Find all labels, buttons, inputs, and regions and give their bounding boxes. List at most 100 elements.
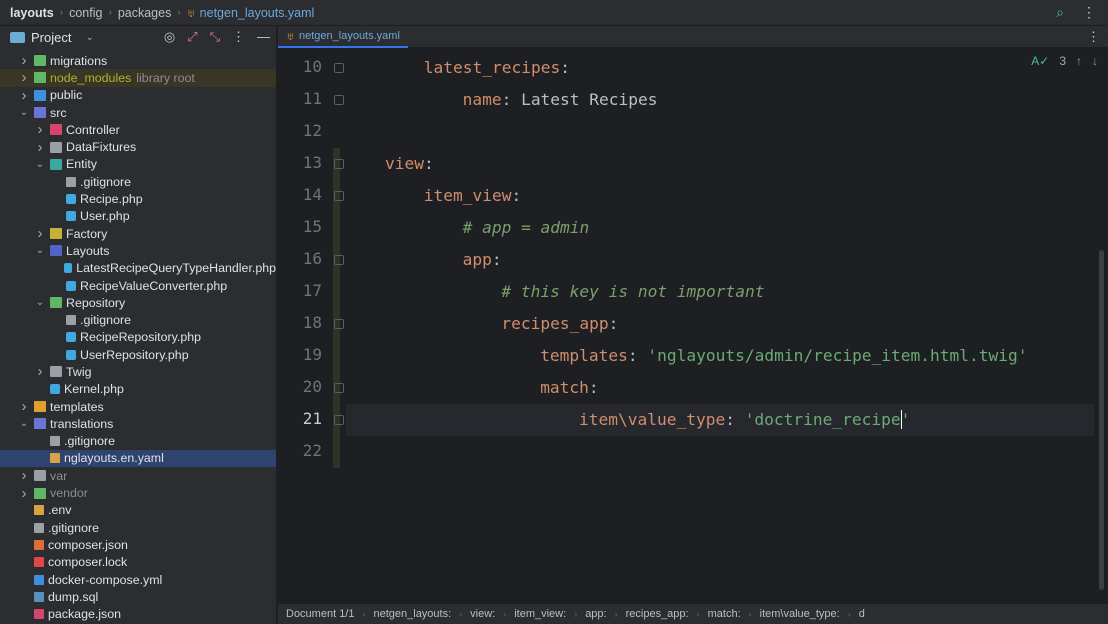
- tree-item[interactable]: › Factory: [0, 225, 276, 242]
- project-title[interactable]: Project: [31, 30, 71, 45]
- tree-item[interactable]: ⌄ Repository: [0, 294, 276, 311]
- tree-item[interactable]: dump.sql: [0, 588, 276, 605]
- tree-item[interactable]: › Controller: [0, 121, 276, 138]
- chevron-right-icon[interactable]: ›: [18, 485, 30, 502]
- tree-item[interactable]: nglayouts.en.yaml: [0, 449, 276, 468]
- breadcrumb-file[interactable]: netgen_layouts.yaml: [200, 6, 315, 20]
- search-icon[interactable]: ⌕: [1056, 4, 1064, 21]
- chevron-right-icon[interactable]: ›: [18, 69, 30, 86]
- folder-icon: [34, 401, 46, 413]
- status-crumb[interactable]: d: [859, 608, 865, 620]
- tree-item-label: .gitignore: [80, 313, 131, 328]
- docker-icon: [34, 574, 44, 585]
- tree-item[interactable]: ⌄ src: [0, 104, 276, 121]
- status-crumb[interactable]: Document 1/1: [286, 608, 354, 620]
- next-arrow-icon[interactable]: ↓: [1092, 54, 1098, 68]
- chevron-right-icon[interactable]: ›: [18, 87, 30, 104]
- tree-item[interactable]: › DataFixtures: [0, 138, 276, 156]
- folder-icon: [34, 418, 46, 430]
- status-crumb[interactable]: recipes_app:: [626, 608, 689, 620]
- tree-item[interactable]: ⌄ translations: [0, 415, 276, 432]
- tree-item[interactable]: › migrations: [0, 52, 276, 69]
- tree-item[interactable]: › public: [0, 87, 276, 104]
- breadcrumb-item[interactable]: packages: [118, 6, 172, 20]
- tree-item[interactable]: LatestRecipeQueryTypeHandler.php: [0, 260, 276, 277]
- chevron-right-icon[interactable]: ›: [18, 398, 30, 415]
- tree-item[interactable]: composer.lock: [0, 554, 276, 571]
- fold-icon[interactable]: [334, 191, 344, 201]
- tree-item[interactable]: RecipeValueConverter.php: [0, 277, 276, 294]
- status-crumb[interactable]: app:: [585, 608, 606, 620]
- more-icon[interactable]: ⋮: [1082, 4, 1096, 21]
- tree-item[interactable]: .env: [0, 502, 276, 519]
- code-token: # this key is not important: [501, 282, 765, 301]
- code-token: :: [491, 250, 502, 269]
- fold-icon[interactable]: [334, 319, 344, 329]
- fold-icon[interactable]: [334, 159, 344, 169]
- tree-item[interactable]: › Twig: [0, 363, 276, 380]
- tab-options-icon[interactable]: ⋮: [1087, 29, 1100, 45]
- status-crumb[interactable]: match:: [708, 608, 741, 620]
- previous-arrow-icon[interactable]: ↑: [1076, 54, 1082, 68]
- code-token: name: [462, 90, 502, 109]
- status-crumb[interactable]: item\value_type:: [760, 608, 840, 620]
- locate-icon[interactable]: ◎: [164, 29, 175, 45]
- folder-icon: [50, 245, 62, 257]
- tree-item[interactable]: › vendor: [0, 484, 276, 502]
- chevron-down-icon[interactable]: ⌄: [34, 297, 46, 308]
- chevron-down-icon[interactable]: ⌄: [34, 245, 46, 256]
- project-folder-icon: [10, 31, 25, 43]
- code-editor[interactable]: latest_recipes: name: Latest Recipes view:…: [346, 52, 1096, 604]
- chevron-right-icon[interactable]: ›: [18, 467, 30, 484]
- tree-item-label: public: [50, 88, 83, 103]
- fold-icon[interactable]: [334, 63, 344, 73]
- tree-item[interactable]: ⌄ Layouts: [0, 242, 276, 259]
- tree-item[interactable]: package.json: [0, 606, 276, 623]
- fold-icon[interactable]: [334, 415, 344, 425]
- chevron-down-icon[interactable]: ⌄: [18, 418, 30, 429]
- hide-icon[interactable]: —: [257, 29, 270, 45]
- options-icon[interactable]: ⋮: [232, 29, 245, 45]
- tree-item[interactable]: .gitignore: [0, 311, 276, 328]
- status-crumb[interactable]: netgen_layouts:: [373, 608, 451, 620]
- tree-item[interactable]: User.php: [0, 208, 276, 225]
- collapse-all-icon[interactable]: ⤡: [210, 29, 220, 45]
- tree-item[interactable]: UserRepository.php: [0, 346, 276, 363]
- chevron-down-icon[interactable]: ⌄: [34, 159, 46, 170]
- tree-item[interactable]: › node_modules library root: [0, 69, 276, 87]
- tree-item[interactable]: › templates: [0, 398, 276, 415]
- tree-item[interactable]: ⌄ Entity: [0, 156, 276, 173]
- breadcrumb-item[interactable]: layouts: [10, 6, 54, 20]
- tree-item[interactable]: Recipe.php: [0, 190, 276, 207]
- breadcrumb-item[interactable]: config: [69, 6, 102, 20]
- chevron-right-icon[interactable]: ›: [34, 363, 46, 380]
- tree-item[interactable]: RecipeRepository.php: [0, 329, 276, 346]
- fold-icon[interactable]: [334, 255, 344, 265]
- chevron-right-icon[interactable]: ›: [34, 139, 46, 156]
- code-line: # this key is not important: [501, 276, 764, 308]
- fold-icon[interactable]: [334, 95, 344, 105]
- status-crumb[interactable]: view:: [470, 608, 495, 620]
- tree-item[interactable]: .gitignore: [0, 173, 276, 190]
- folder-icon: [34, 55, 46, 67]
- tree-item[interactable]: docker-compose.yml: [0, 571, 276, 588]
- scrollbar[interactable]: [1099, 250, 1104, 590]
- tree-item[interactable]: › var: [0, 467, 276, 484]
- code-token: match: [540, 378, 589, 397]
- chevron-down-icon[interactable]: ⌄: [18, 107, 30, 118]
- fold-icon[interactable]: [334, 383, 344, 393]
- tree-item[interactable]: composer.json: [0, 536, 276, 553]
- chevron-right-icon[interactable]: ›: [18, 52, 30, 69]
- tab-netgen-layouts[interactable]: ♅ netgen_layouts.yaml: [278, 26, 408, 48]
- tree-item[interactable]: Kernel.php: [0, 381, 276, 398]
- status-crumb[interactable]: item_view:: [514, 608, 566, 620]
- chevron-right-icon[interactable]: ›: [34, 225, 46, 242]
- expand-all-icon[interactable]: ⤢: [187, 29, 197, 45]
- inspection-widget[interactable]: A✓ 3 ↑ ↓: [1031, 54, 1098, 68]
- chevron-right-icon[interactable]: ›: [34, 121, 46, 138]
- chevron-down-icon[interactable]: ⌄: [85, 32, 93, 43]
- code-line: latest_recipes:: [424, 52, 570, 84]
- tree-item[interactable]: .gitignore: [0, 433, 276, 450]
- tree-item[interactable]: .gitignore: [0, 519, 276, 536]
- tree-item-label: RecipeRepository.php: [80, 330, 201, 345]
